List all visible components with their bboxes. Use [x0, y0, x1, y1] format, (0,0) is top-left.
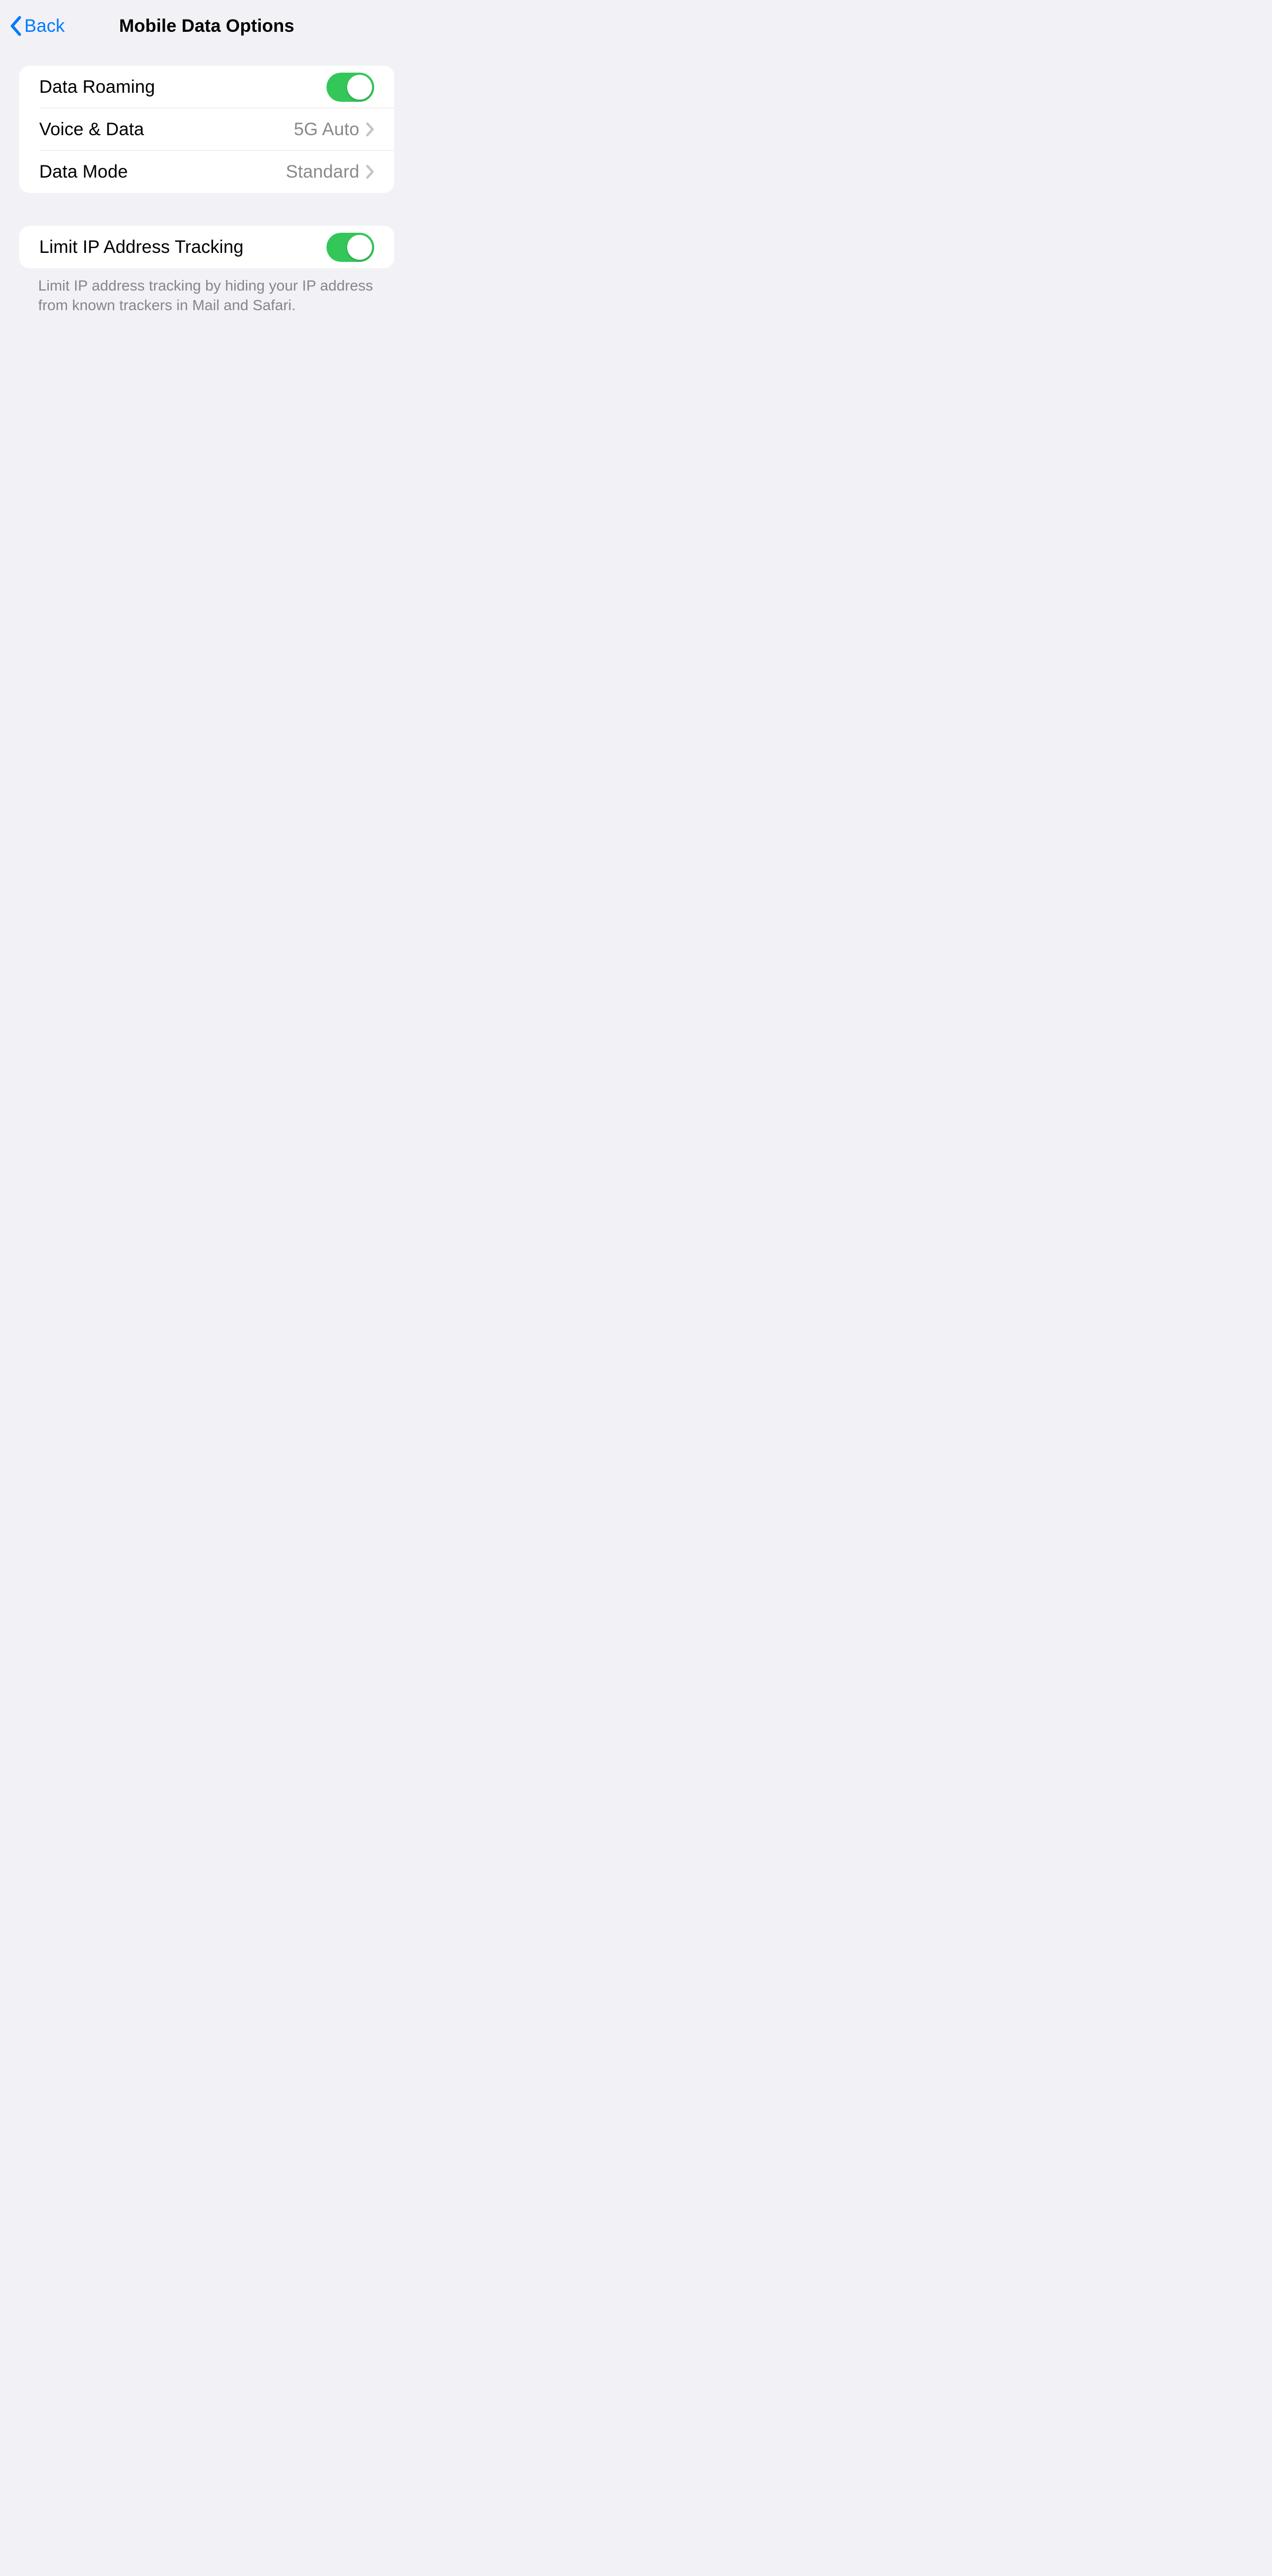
row-data-roaming[interactable]: Data Roaming — [19, 66, 394, 108]
row-label: Limit IP Address Tracking — [39, 237, 243, 258]
row-label: Voice & Data — [39, 119, 144, 140]
row-data-mode[interactable]: Data Mode Standard — [19, 151, 394, 193]
settings-section-1: Data Roaming Voice & Data 5G Auto Data M… — [19, 66, 394, 193]
back-label: Back — [24, 16, 65, 37]
toggle-knob — [347, 235, 372, 260]
row-label: Data Roaming — [39, 77, 155, 98]
chevron-left-icon — [10, 16, 21, 36]
row-voice-and-data[interactable]: Voice & Data 5G Auto — [19, 108, 394, 151]
chevron-right-icon — [366, 164, 374, 179]
toggle-limit-ip-tracking[interactable] — [326, 233, 374, 262]
toggle-data-roaming[interactable] — [326, 73, 374, 102]
chevron-right-icon — [366, 122, 374, 137]
settings-section-2: Limit IP Address Tracking — [19, 226, 394, 268]
section-footer-text: Limit IP address tracking by hiding your… — [0, 268, 413, 315]
back-button[interactable]: Back — [10, 16, 65, 37]
row-value: Standard — [286, 162, 359, 182]
row-label: Data Mode — [39, 162, 128, 182]
header: Back Mobile Data Options — [0, 0, 413, 52]
toggle-knob — [347, 75, 372, 100]
row-limit-ip-tracking[interactable]: Limit IP Address Tracking — [19, 226, 394, 268]
row-value: 5G Auto — [294, 119, 359, 140]
